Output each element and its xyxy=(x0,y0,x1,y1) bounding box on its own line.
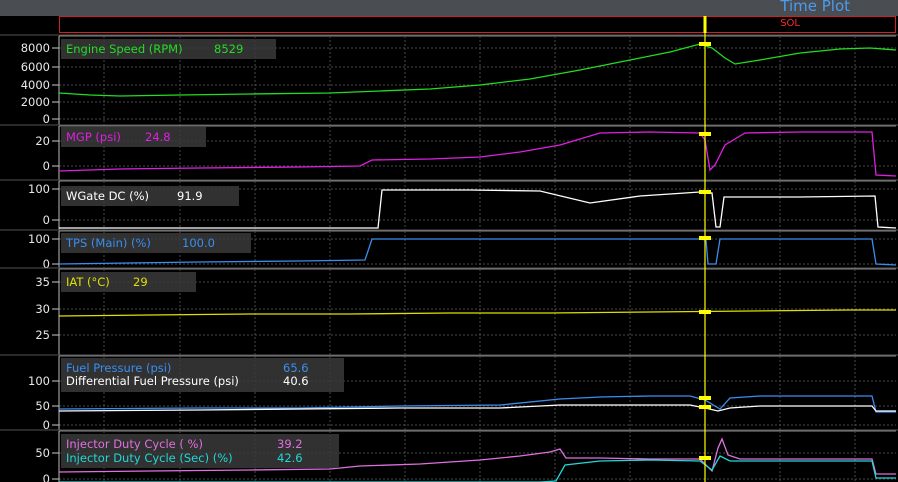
channel-value-fuel-0: 65.6 xyxy=(283,361,309,375)
y-tick-label: 4000 xyxy=(21,78,50,92)
channel-value-iat-0: 29 xyxy=(133,275,148,289)
cursor-marker xyxy=(699,42,711,46)
y-tick-label: 100 xyxy=(28,182,50,196)
y-tick-label: 0 xyxy=(43,257,50,271)
y-tick-label: 50 xyxy=(35,399,50,413)
cursor-marker xyxy=(699,405,711,409)
channel-value-rpm-0: 8529 xyxy=(214,42,244,56)
cursor-marker xyxy=(699,132,711,136)
cursor-marker xyxy=(699,456,711,460)
channel-name-fuel-0: Fuel Pressure (psi) xyxy=(66,361,172,375)
y-tick-label: 0 xyxy=(43,159,50,173)
trace-iat-0 xyxy=(58,309,896,317)
y-tick-label: 0 xyxy=(43,112,50,126)
channel-name-rpm-0: Engine Speed (RPM) xyxy=(66,42,183,56)
y-tick-label: 30 xyxy=(35,302,50,316)
cursor-marker xyxy=(699,236,711,240)
channel-name-fuel-1: Differential Fuel Pressure (psi) xyxy=(66,374,239,388)
channel-value-mgp-0: 24.8 xyxy=(145,130,171,144)
cursor-marker xyxy=(699,310,711,314)
y-tick-label: 8000 xyxy=(21,41,50,55)
y-tick-label: 25 xyxy=(35,328,50,342)
channel-name-mgp-0: MGP (psi) xyxy=(66,130,121,144)
y-tick-label: 0 xyxy=(43,213,50,227)
channel-value-inj-0: 39.2 xyxy=(277,437,303,451)
channel-value-fuel-1: 40.6 xyxy=(283,374,309,388)
y-tick-label: 100 xyxy=(28,232,50,246)
y-tick-label: 6000 xyxy=(21,60,50,74)
channel-value-wgate-0: 91.9 xyxy=(177,189,203,203)
channel-name-wgate-0: WGate DC (%) xyxy=(66,189,150,203)
y-tick-label: 35 xyxy=(35,275,50,289)
panel-mgp: 20 0 xyxy=(0,124,898,180)
time-cursor-handle xyxy=(703,16,707,33)
y-tick-label: 2000 xyxy=(21,95,50,109)
channel-value-tps-0: 100.0 xyxy=(182,236,215,250)
y-tick-label: 0 xyxy=(43,472,50,482)
channel-name-tps-0: TPS (Main) (%) xyxy=(66,236,151,250)
channel-name-inj-1: Injector Duty Cycle (Sec) (%) xyxy=(66,451,233,465)
panel-wgate: 100 0 xyxy=(0,179,898,230)
cursor-marker xyxy=(699,396,711,400)
y-tick-label: 50 xyxy=(35,446,50,460)
y-tick-label: 20 xyxy=(35,134,50,148)
channel-value-inj-1: 42.6 xyxy=(277,451,303,465)
y-tick-label: 100 xyxy=(28,374,50,388)
channel-name-inj-0: Injector Duty Cycle ( %) xyxy=(66,437,203,451)
cursor-marker xyxy=(699,190,711,194)
channel-name-iat-0: IAT (°C) xyxy=(66,275,110,289)
